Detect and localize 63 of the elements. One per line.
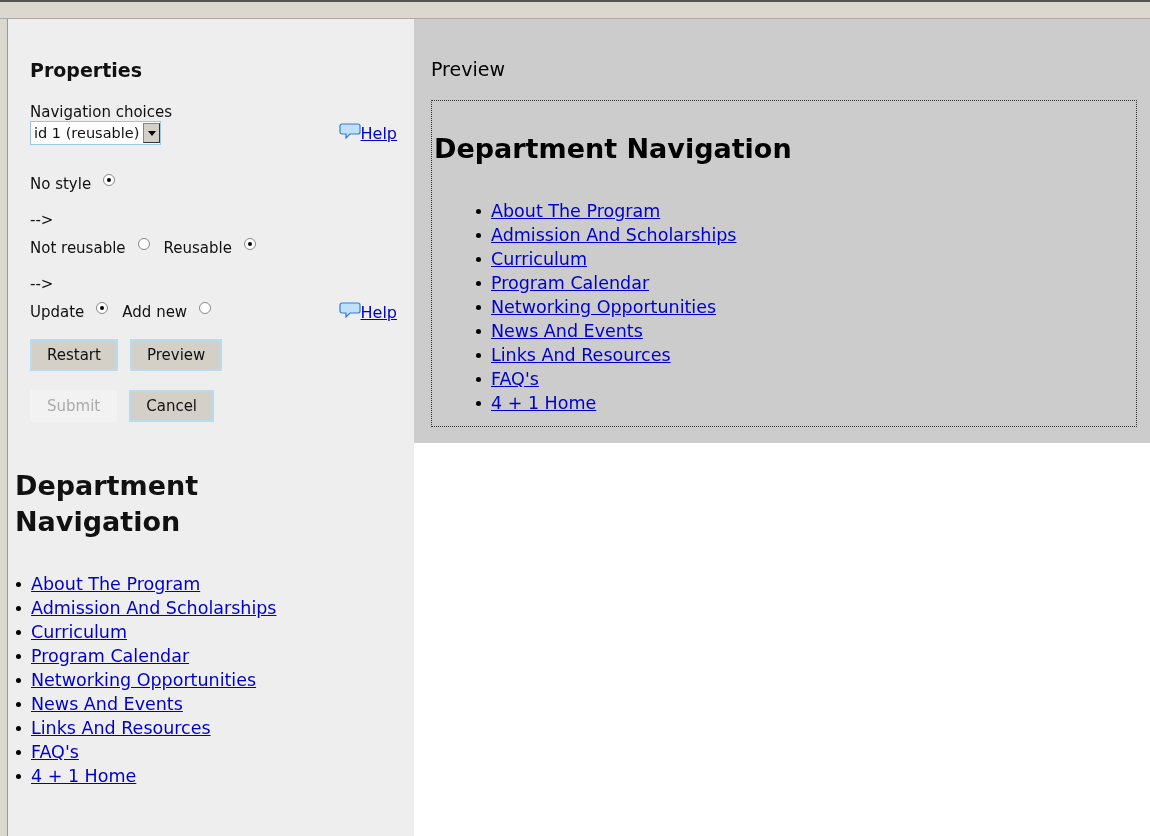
nav-link[interactable]: FAQ's <box>31 742 79 762</box>
nav-link[interactable]: 4 + 1 Home <box>31 766 137 786</box>
bullet-icon <box>16 677 21 683</box>
nav-link[interactable]: Admission And Scholarships <box>491 225 737 245</box>
bullet-icon <box>476 376 481 382</box>
radio-label: No style <box>30 175 92 193</box>
radio-button[interactable] <box>199 302 212 314</box>
bullet-icon <box>476 400 481 406</box>
bullet-icon <box>476 280 481 286</box>
nav-heading: Department Navigation <box>15 469 200 539</box>
dropdown-arrow-icon <box>147 130 156 136</box>
form-button[interactable]: Preview <box>129 339 223 371</box>
bullet-icon <box>476 256 481 262</box>
nav-link[interactable]: FAQ's <box>491 369 539 389</box>
bullet-icon <box>476 328 481 334</box>
nav-link[interactable]: About The Program <box>491 201 661 221</box>
bullet-icon <box>476 352 481 358</box>
form-button[interactable]: Restart <box>30 339 118 371</box>
bullet-icon <box>16 581 21 587</box>
help-link[interactable]: Help <box>338 302 397 322</box>
nav-link[interactable]: Links And Resources <box>31 718 211 738</box>
bullet-icon <box>16 605 21 611</box>
radio-label: Reusable <box>163 239 232 257</box>
bullet-icon <box>476 304 481 310</box>
nav-link[interactable]: About The Program <box>31 574 201 594</box>
radio-label: Add new <box>122 303 188 321</box>
help-link[interactable]: Help <box>338 123 397 143</box>
nav-link[interactable]: Networking Opportunities <box>31 670 257 690</box>
nav-link[interactable]: News And Events <box>491 321 643 341</box>
nav-link[interactable]: Networking Opportunities <box>491 297 717 317</box>
nav-link[interactable]: 4 + 1 Home <box>491 393 597 413</box>
bullet-icon <box>16 701 21 707</box>
radio-button[interactable] <box>103 174 116 186</box>
panel-title: Properties <box>30 59 143 81</box>
nav-link[interactable]: Program Calendar <box>491 273 650 293</box>
nav-heading: Department Navigation <box>434 132 793 166</box>
arrow-text: --> <box>30 275 55 293</box>
speech-bubble-icon <box>338 123 361 139</box>
radio-label: Not reusable <box>30 239 126 257</box>
nav-link[interactable]: Program Calendar <box>31 646 190 666</box>
bullet-icon <box>16 629 21 635</box>
field-label: Navigation choices <box>30 103 174 121</box>
radio-button[interactable] <box>243 238 256 250</box>
nav-link[interactable]: Curriculum <box>491 249 587 269</box>
speech-bubble-icon <box>338 302 361 318</box>
radio-button[interactable] <box>96 302 109 314</box>
navigation-dropdown[interactable]: id 1 (reusable) <box>30 121 162 145</box>
nav-link[interactable]: News And Events <box>31 694 183 714</box>
bullet-icon <box>16 773 21 779</box>
radio-label: Update <box>30 303 85 321</box>
bullet-icon <box>476 208 481 214</box>
radio-button[interactable] <box>137 238 150 250</box>
panel-title: Preview <box>431 58 506 80</box>
form-button: Submit <box>30 390 118 422</box>
nav-link[interactable]: Admission And Scholarships <box>31 598 277 618</box>
nav-link[interactable]: Curriculum <box>31 622 127 642</box>
arrow-text: --> <box>30 211 55 229</box>
bullet-icon <box>16 653 21 659</box>
bullet-icon <box>16 725 21 731</box>
bullet-icon <box>476 232 481 238</box>
bullet-icon <box>16 749 21 755</box>
nav-link[interactable]: Links And Resources <box>491 345 671 365</box>
form-button[interactable]: Cancel <box>129 390 215 422</box>
